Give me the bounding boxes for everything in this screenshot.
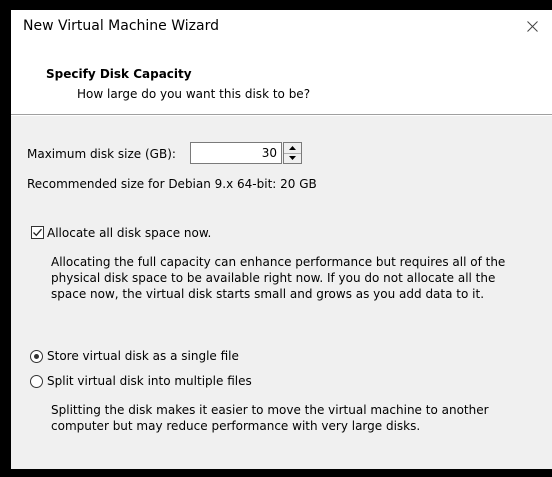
allocate-desc-line: physical disk space to be available righ… [51,271,496,285]
title-bar: New Virtual Machine Wizard [11,10,552,43]
split-desc-line: computer but may reduce performance with… [51,419,421,433]
multiple-files-label[interactable]: Split virtual disk into multiple files [47,374,252,388]
allocate-label[interactable]: Allocate all disk space now. [47,226,211,240]
disk-size-input[interactable] [190,142,282,164]
disk-size-spinner[interactable] [283,142,302,164]
header-divider-highlight [11,115,552,116]
multiple-files-radio[interactable] [30,375,43,388]
allocate-desc-line: Allocating the full capacity can enhance… [51,255,506,269]
spin-down-button[interactable] [284,153,301,163]
close-button[interactable] [512,10,552,43]
allocate-description: Allocating the full capacity can enhance… [51,254,505,302]
split-description: Splitting the disk makes it easier to mo… [51,402,489,434]
allocate-checkbox[interactable] [31,226,44,239]
checkmark-icon [33,228,42,237]
wizard-header: Specify Disk Capacity How large do you w… [11,43,552,114]
page-title: Specify Disk Capacity [46,67,192,81]
split-desc-line: Splitting the disk makes it easier to mo… [51,403,489,417]
single-file-radio[interactable] [30,350,43,363]
window-title: New Virtual Machine Wizard [23,18,219,34]
recommended-size-text: Recommended size for Debian 9.x 64-bit: … [27,177,317,191]
disk-size-label: Maximum disk size (GB): [27,147,176,161]
single-file-label[interactable]: Store virtual disk as a single file [47,349,239,363]
arrow-up-icon [289,146,296,150]
close-icon [526,21,538,32]
page-subtitle: How large do you want this disk to be? [77,87,311,101]
allocate-desc-line: space now, the virtual disk starts small… [51,287,485,301]
arrow-down-icon [289,156,296,160]
wizard-dialog: New Virtual Machine Wizard Specify Disk … [11,10,552,469]
radio-selected-dot [34,354,39,359]
